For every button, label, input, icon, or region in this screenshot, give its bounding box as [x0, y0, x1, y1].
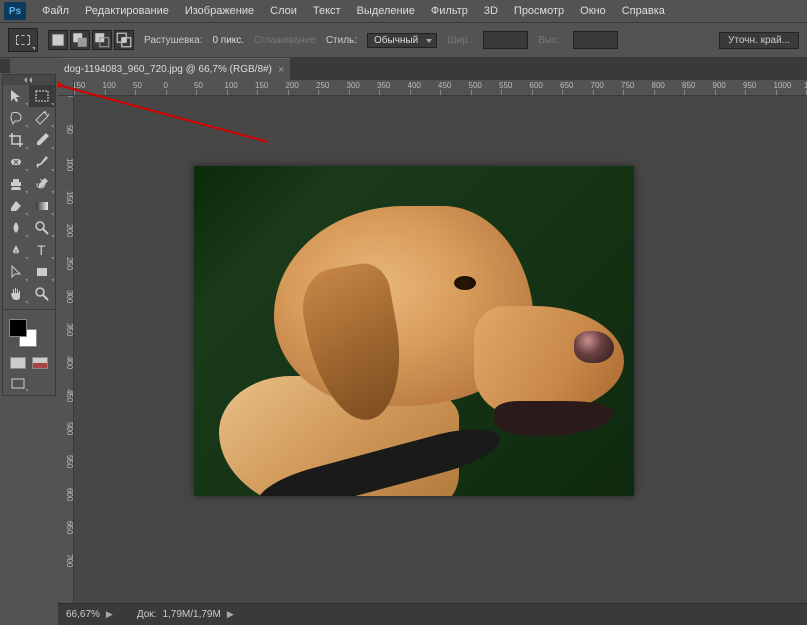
hand-tool[interactable] — [3, 283, 29, 305]
menu-layers[interactable]: Слои — [262, 3, 305, 19]
doc-size-value: 1,79M/1,79M — [162, 609, 220, 620]
magic-wand-tool[interactable] — [29, 107, 55, 129]
tab-title: dog-1194083_960_720.jpg @ 66,7% (RGB/8#) — [64, 64, 272, 75]
brush-tool[interactable] — [29, 151, 55, 173]
zoom-tool[interactable] — [29, 283, 55, 305]
rectangle-tool[interactable] — [29, 261, 55, 283]
pen-tool[interactable] — [3, 239, 29, 261]
zoom-level[interactable]: 66,67% — [66, 609, 100, 620]
foreground-color[interactable] — [9, 319, 27, 337]
menu-view[interactable]: Просмотр — [506, 3, 572, 19]
style-dropdown[interactable]: Обычный — [367, 33, 437, 48]
clone-stamp-tool[interactable] — [3, 173, 29, 195]
image-content — [194, 166, 634, 496]
marquee-tool[interactable] — [29, 85, 55, 107]
collapsed-panel-strip[interactable] — [0, 59, 10, 73]
history-brush-tool[interactable] — [29, 173, 55, 195]
chevron-right-icon[interactable]: ▶ — [227, 609, 234, 620]
horizontal-ruler[interactable]: 1501005005010015020025030035040045050055… — [74, 80, 807, 96]
close-icon[interactable]: × — [278, 64, 284, 76]
height-input — [573, 31, 618, 49]
eyedropper-tool[interactable] — [29, 129, 55, 151]
selection-subtract-icon[interactable] — [92, 30, 112, 50]
menu-select[interactable]: Выделение — [349, 3, 423, 19]
feather-value[interactable]: 0 пикс. — [212, 35, 244, 46]
menu-image[interactable]: Изображение — [177, 3, 262, 19]
svg-text:T: T — [37, 242, 46, 258]
doc-size-label: Док: — [137, 609, 157, 620]
chevron-right-icon[interactable]: ▶ — [106, 609, 113, 620]
gradient-tool[interactable] — [29, 195, 55, 217]
width-input — [483, 31, 528, 49]
dodge-tool[interactable] — [29, 217, 55, 239]
move-tool[interactable] — [3, 85, 29, 107]
menu-edit[interactable]: Редактирование — [77, 3, 177, 19]
menu-text[interactable]: Текст — [305, 3, 349, 19]
ruler-origin[interactable] — [58, 80, 74, 96]
document-tab-bar: dog-1194083_960_720.jpg @ 66,7% (RGB/8#)… — [58, 58, 807, 80]
image-canvas[interactable] — [194, 166, 634, 496]
width-label: Шир.: — [447, 35, 473, 46]
standard-mode-icon[interactable] — [10, 357, 26, 369]
canvas-area[interactable] — [74, 96, 807, 603]
color-picker[interactable] — [3, 315, 55, 353]
selection-add-icon[interactable] — [70, 30, 90, 50]
menu-help[interactable]: Справка — [614, 3, 673, 19]
selection-new-icon[interactable] — [48, 30, 68, 50]
height-label: Выс.: — [538, 35, 562, 46]
vertical-ruler[interactable]: 0501001502002503003504004505005506006507… — [58, 96, 74, 603]
status-bar: 66,67% ▶ Док: 1,79M/1,79M ▶ — [58, 603, 807, 625]
type-tool[interactable]: T — [29, 239, 55, 261]
blur-tool[interactable] — [3, 217, 29, 239]
refine-edge-button[interactable]: Уточн. край... — [719, 32, 799, 49]
menu-file[interactable]: Файл — [34, 3, 77, 19]
antialias-label: Сглаживание — [254, 35, 316, 46]
app-logo: Ps — [4, 2, 26, 20]
menu-bar: Ps Файл Редактирование Изображение Слои … — [0, 0, 807, 22]
menu-window[interactable]: Окно — [572, 3, 614, 19]
current-tool-indicator[interactable] — [8, 28, 38, 52]
eraser-tool[interactable] — [3, 195, 29, 217]
options-bar: Растушевка: 0 пикс. Сглаживание Стиль: О… — [0, 22, 807, 58]
screen-mode-button[interactable] — [7, 375, 29, 393]
toolbox: T — [2, 74, 56, 396]
quickmask-mode-icon[interactable] — [32, 357, 48, 369]
crop-tool[interactable] — [3, 129, 29, 151]
document-region: dog-1194083_960_720.jpg @ 66,7% (RGB/8#)… — [58, 58, 807, 603]
marquee-icon — [16, 35, 30, 45]
selection-mode-group — [48, 30, 134, 50]
feather-label: Растушевка: — [144, 35, 202, 46]
menu-3d[interactable]: 3D — [476, 3, 506, 19]
style-label: Стиль: — [326, 35, 357, 46]
menu-filter[interactable]: Фильтр — [423, 3, 476, 19]
path-selection-tool[interactable] — [3, 261, 29, 283]
document-tab[interactable]: dog-1194083_960_720.jpg @ 66,7% (RGB/8#)… — [58, 58, 290, 80]
toolbox-collapse-toggle[interactable] — [3, 75, 55, 85]
lasso-tool[interactable] — [3, 107, 29, 129]
selection-intersect-icon[interactable] — [114, 30, 134, 50]
healing-brush-tool[interactable] — [3, 151, 29, 173]
